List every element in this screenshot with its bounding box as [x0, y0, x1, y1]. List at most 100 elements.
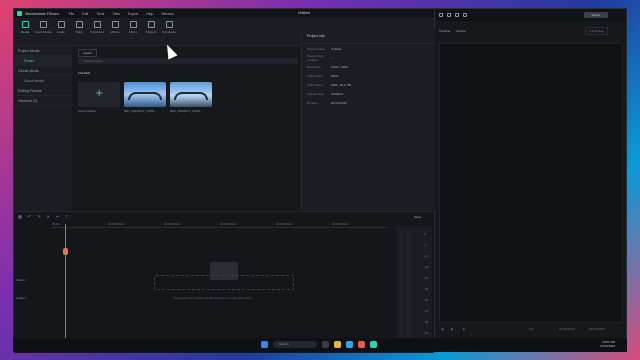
menu-edit[interactable]: Edit: [82, 12, 88, 16]
drop-hint: Drag and drop media and effects here to …: [174, 296, 253, 300]
sidebar-item-folder[interactable]: Folder: [14, 56, 72, 66]
sidebar-item-influence[interactable]: Influence (0): [14, 96, 72, 106]
undo-icon[interactable]: ↶: [28, 214, 31, 219]
sidebar-item-project-media[interactable]: Project Media: [14, 46, 72, 56]
filmora-taskbar-icon[interactable]: [370, 341, 377, 348]
menu-view[interactable]: View: [112, 12, 120, 16]
media-clip-thumbnail[interactable]: [124, 82, 166, 107]
menu-help[interactable]: Help: [146, 12, 153, 16]
taskbar-search[interactable]: Search: [273, 341, 317, 348]
stop-icon[interactable]: ■: [463, 327, 465, 331]
media-clip-thumbnail[interactable]: [170, 82, 212, 107]
import-button[interactable]: Import: [78, 49, 97, 57]
text-icon[interactable]: T: [65, 214, 67, 219]
sidebar-item-editing-presets[interactable]: Editing Presets: [14, 86, 72, 96]
tab-titles[interactable]: Titles: [72, 21, 86, 34]
edge-icon[interactable]: [346, 341, 353, 348]
media-search-input[interactable]: Search media: [78, 58, 298, 64]
file-explorer-icon[interactable]: [334, 341, 341, 348]
stickers-icon: [147, 21, 155, 28]
preview-ratio[interactable]: 1/2: [529, 327, 533, 331]
info-row: Project Files Location /: [307, 53, 332, 62]
task-view-icon[interactable]: [322, 341, 329, 348]
tab-filters[interactable]: Filters: [126, 21, 140, 34]
meter-right-channel: [407, 232, 411, 344]
media-clip-caption: IMG_20240217_20231...: [170, 109, 204, 113]
info-row: Duration 00:00:00:00: [307, 100, 347, 105]
total-time: 00:00:00:00: [589, 327, 605, 331]
step-back-icon[interactable]: ◀: [441, 327, 443, 331]
display-icon[interactable]: [447, 13, 451, 17]
audio-meter: 0 -6 -12 -18 -24 -30 -36 -42 -48 -54: [396, 226, 432, 348]
download-icon[interactable]: [463, 13, 467, 17]
system-clock[interactable]: 10:01 PM 17/04/2024: [600, 340, 615, 348]
info-row: Sample Rate 44100Hz: [307, 91, 344, 96]
effects-icon: [111, 21, 119, 28]
player-window: Export Timeline Source Full Quality ◀ ▶ …: [435, 8, 627, 344]
stock-icon: [39, 21, 47, 28]
playhead-handle[interactable]: [63, 248, 68, 255]
titles-icon: [75, 21, 83, 28]
menu-export[interactable]: Export: [128, 12, 138, 16]
media-icon: [21, 21, 29, 28]
media-library: Import Search media FOLDER + Import Medi…: [74, 46, 300, 211]
plus-icon: +: [95, 88, 104, 99]
chrome-icon[interactable]: [358, 341, 365, 348]
meter-label: Meter: [414, 215, 422, 219]
tab-media[interactable]: Media: [18, 21, 32, 34]
layout-icon[interactable]: [439, 13, 443, 17]
menu-file[interactable]: File: [69, 12, 75, 16]
media-clip-caption: IMG_20240217_20231...: [124, 109, 158, 113]
tab-audio[interactable]: Audio: [54, 21, 68, 34]
tab-stock-media[interactable]: Stock Media: [35, 21, 51, 34]
tab-transitions[interactable]: Transitions: [90, 21, 104, 34]
info-row: Project Name Untitled: [307, 46, 342, 51]
player-controls: ◀ ▶ ■ 1/2 00:00:00:00 00:00:00:00: [439, 325, 623, 339]
sidebar-item-cloud-media[interactable]: Cloud Media: [14, 76, 72, 86]
import-media-label: Import Media: [78, 109, 96, 113]
redo-icon[interactable]: ↷: [37, 214, 40, 219]
templates-icon: [165, 21, 173, 28]
project-info-panel: Project Info Project Name Untitled Projec…: [301, 29, 435, 211]
title-bar: Wondershare Filmora File Edit Tools View…: [14, 9, 434, 18]
info-row: Resolution 1920 x 1080: [307, 64, 348, 69]
tab-timeline[interactable]: Timeline: [439, 29, 450, 33]
app-name: Wondershare Filmora: [25, 11, 59, 16]
document-title: Untitled: [298, 11, 310, 15]
current-time: 00:00:00:00: [559, 327, 575, 331]
tab-stickers[interactable]: Stickers: [144, 21, 158, 34]
transitions-icon: [93, 21, 101, 28]
filmora-logo-icon: [17, 11, 22, 16]
play-icon[interactable]: ▶: [451, 327, 453, 331]
settings-icon[interactable]: [455, 13, 459, 17]
player-tabs: Timeline Source: [439, 29, 466, 33]
import-media-tile[interactable]: +: [78, 82, 120, 107]
windows-start-icon[interactable]: [261, 341, 268, 348]
tab-templates[interactable]: Templates: [162, 21, 176, 34]
filters-icon: [129, 21, 137, 28]
sidebar-item-global-media[interactable]: Global Media: [14, 66, 72, 76]
main-window: Wondershare Filmora File Edit Tools View…: [13, 8, 435, 353]
split-icon[interactable]: ✂: [56, 214, 59, 219]
timeline-ruler[interactable]: 00:00 00:00:05:00 00:00:10:00 00:00:15:0…: [52, 222, 388, 228]
export-button[interactable]: Export: [584, 12, 608, 18]
menu-tools[interactable]: Tools: [96, 12, 104, 16]
track-video-1[interactable]: Video 1: [16, 278, 26, 282]
meter-left-channel: [399, 232, 403, 344]
timeline-drop-zone[interactable]: [154, 275, 294, 290]
tab-source[interactable]: Source: [456, 29, 466, 33]
playhead[interactable]: [65, 224, 66, 350]
menu-window[interactable]: Window: [161, 12, 173, 16]
grid-icon[interactable]: ▦: [18, 214, 22, 219]
project-info-title: Project Info: [302, 29, 435, 44]
delete-icon[interactable]: ✕: [47, 214, 50, 219]
quality-select[interactable]: Full Quality: [584, 27, 608, 35]
menu-bar: File Edit Tools View Export Help Window: [69, 12, 174, 16]
timeline-toolbar: ▦ ↶ ↷ ✕ ✂ T: [14, 212, 434, 220]
info-row: Color Space SDR - Rec.709: [307, 82, 352, 87]
track-audio-1[interactable]: Audio 1: [16, 296, 26, 300]
preview-canvas: [439, 43, 623, 323]
taskbar: Search 10:01 PM 17/04/2024: [13, 338, 627, 352]
tab-effects[interactable]: Effects: [108, 21, 122, 34]
timeline-panel: ▦ ↶ ↷ ✕ ✂ T Meter 00:00 00:00:05:00 00:0…: [14, 211, 434, 353]
